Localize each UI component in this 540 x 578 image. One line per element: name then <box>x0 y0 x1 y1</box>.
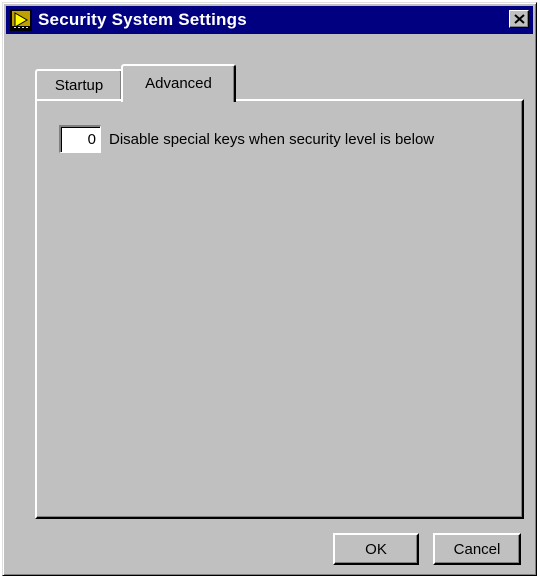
app-icon[interactable] <box>10 9 32 31</box>
window-title: Security System Settings <box>38 10 247 29</box>
ok-button[interactable]: OK <box>333 533 419 565</box>
security-level-label: Disable special keys when security level… <box>109 130 435 148</box>
advanced-tab-panel: Disable special keys when security level… <box>35 99 524 519</box>
security-level-setting: Disable special keys when security level… <box>59 125 434 153</box>
close-button[interactable] <box>509 10 529 28</box>
title-bar[interactable]: Security System Settings <box>6 6 533 34</box>
tab-advanced-label: Advanced <box>145 74 212 92</box>
security-level-input[interactable] <box>59 125 101 153</box>
close-icon <box>513 14 525 24</box>
tab-advanced[interactable]: Advanced <box>121 64 236 102</box>
tab-startup-label: Startup <box>54 76 104 94</box>
cancel-button[interactable]: Cancel <box>433 533 521 565</box>
dialog-window: Security System Settings Startup Advance… <box>2 2 537 576</box>
tab-startup[interactable]: Startup <box>35 69 123 99</box>
